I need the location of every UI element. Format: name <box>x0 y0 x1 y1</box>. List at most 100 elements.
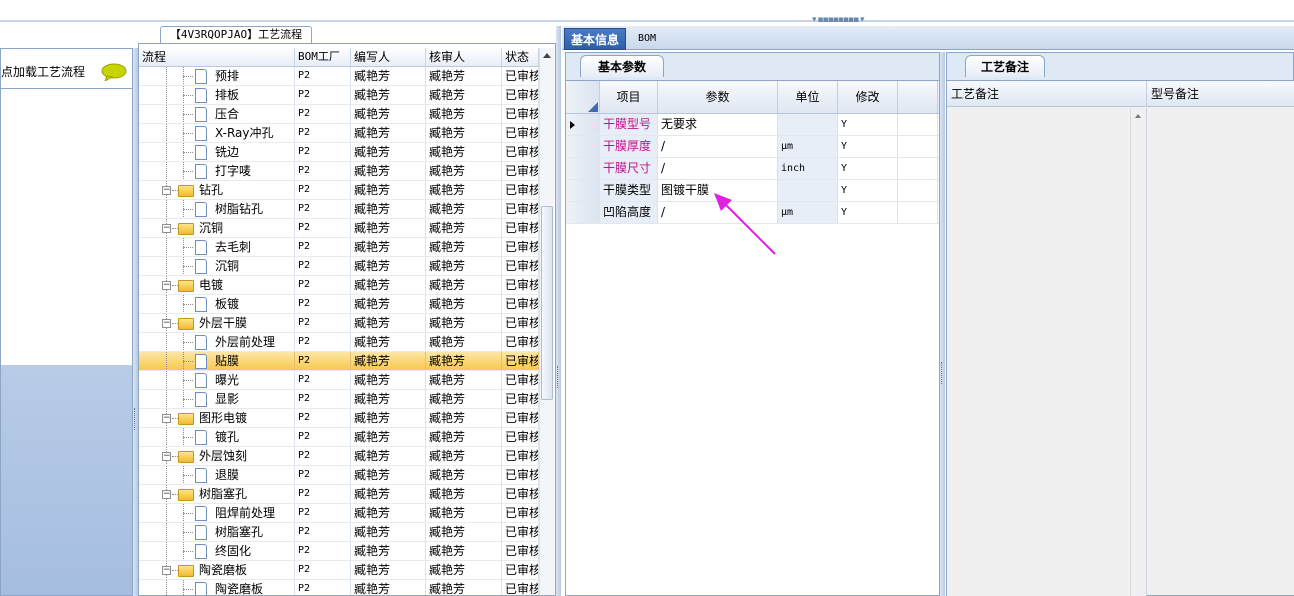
tree-row[interactable]: − 沉铜 P2 臧艳芳 臧艳芳 已审核 <box>139 219 539 238</box>
tree-row[interactable]: 去毛刺 P2 臧艳芳 臧艳芳 已审核 <box>139 238 539 257</box>
col-header-status[interactable]: 状态 <box>502 48 539 66</box>
tree-node-cell[interactable]: − 外层干膜 <box>139 314 295 332</box>
tree-node-cell[interactable]: 终固化 <box>139 542 295 560</box>
tree-row[interactable]: 铣边 P2 臧艳芳 臧艳芳 已审核 <box>139 143 539 162</box>
row-header[interactable] <box>566 202 600 223</box>
tree-node-cell[interactable]: 显影 <box>139 390 295 408</box>
tree-row[interactable]: − 图形电镀 P2 臧艳芳 臧艳芳 已审核 <box>139 409 539 428</box>
tree-node-cell[interactable]: 树脂钻孔 <box>139 200 295 218</box>
tree-node-cell[interactable]: 预排 <box>139 67 295 85</box>
notes-scrollbar[interactable] <box>1130 108 1146 596</box>
tree-node-cell[interactable]: 铣边 <box>139 143 295 161</box>
param-row[interactable]: 干膜厚度 / μm Y <box>566 136 939 158</box>
tree-row[interactable]: 显影 P2 臧艳芳 臧艳芳 已审核 <box>139 390 539 409</box>
tree-node-cell[interactable]: − 钻孔 <box>139 181 295 199</box>
tree-node-cell[interactable]: 排板 <box>139 86 295 104</box>
tree-row[interactable]: X-Ray冲孔 P2 臧艳芳 臧艳芳 已审核 <box>139 124 539 143</box>
tree-node-cell[interactable]: 压合 <box>139 105 295 123</box>
tree-row[interactable]: 阻焊前处理 P2 臧艳芳 臧艳芳 已审核 <box>139 504 539 523</box>
tree-node-cell[interactable]: 阻焊前处理 <box>139 504 295 522</box>
right-splitter[interactable] <box>940 52 945 596</box>
tree-node-cell[interactable]: 镀孔 <box>139 428 295 446</box>
col-header-bom[interactable]: BOM工厂 <box>295 48 351 66</box>
tab-basic-params[interactable]: 基本参数 <box>580 55 664 77</box>
splitter-grip[interactable] <box>941 362 944 384</box>
row-header[interactable] <box>566 180 600 201</box>
tree-row[interactable]: − 外层蚀刻 P2 臧艳芳 臧艳芳 已审核 <box>139 447 539 466</box>
tree-node-cell[interactable]: 打字唛 <box>139 162 295 180</box>
load-process-text[interactable]: 点加载工艺流程 <box>1 63 85 80</box>
col-header-reviewer[interactable]: 核审人 <box>426 48 502 66</box>
tree-row[interactable]: 树脂塞孔 P2 臧艳芳 臧艳芳 已审核 <box>139 523 539 542</box>
middle-splitter[interactable] <box>556 26 561 596</box>
tree-node-cell[interactable]: − 电镀 <box>139 276 295 294</box>
collapse-toggle-icon[interactable]: − <box>162 452 171 461</box>
tree-row[interactable]: − 外层干膜 P2 臧艳芳 臧艳芳 已审核 <box>139 314 539 333</box>
collapse-toggle-icon[interactable]: − <box>162 414 171 423</box>
tree-node-cell[interactable]: 沉铜 <box>139 257 295 275</box>
tree-scrollbar[interactable] <box>539 48 554 595</box>
tree-node-cell[interactable]: 外层前处理 <box>139 333 295 351</box>
param-row[interactable]: 干膜型号 无要求 Y <box>566 114 939 136</box>
col-header-unit[interactable]: 单位 <box>778 81 838 113</box>
splitter-grip[interactable] <box>557 366 560 388</box>
collapse-toggle-icon[interactable]: − <box>162 490 171 499</box>
tree-row[interactable]: 板镀 P2 臧艳芳 臧艳芳 已审核 <box>139 295 539 314</box>
tree-row[interactable]: 外层前处理 P2 臧艳芳 臧艳芳 已审核 <box>139 333 539 352</box>
tree-row[interactable]: 陶瓷磨板 P2 臧艳芳 臧艳芳 已审核 <box>139 580 539 595</box>
tree-row[interactable]: − 电镀 P2 臧艳芳 臧艳芳 已审核 <box>139 276 539 295</box>
tree-node-cell[interactable]: X-Ray冲孔 <box>139 124 295 142</box>
collapse-toggle-icon[interactable]: − <box>162 566 171 575</box>
scroll-up-icon[interactable] <box>543 53 551 58</box>
tree-node-cell[interactable]: − 树脂塞孔 <box>139 485 295 503</box>
tab-bom[interactable]: BOM <box>632 28 662 50</box>
tree-row[interactable]: 贴膜 P2 臧艳芳 臧艳芳 已审核 <box>139 352 539 371</box>
row-header[interactable] <box>566 136 600 157</box>
tree-row[interactable]: 树脂钻孔 P2 臧艳芳 臧艳芳 已审核 <box>139 200 539 219</box>
param-value-cell[interactable]: 无要求 <box>658 114 778 135</box>
tab-basic-info[interactable]: 基本信息 <box>564 28 627 50</box>
param-row[interactable]: 干膜尺寸 / inch Y <box>566 158 939 180</box>
tree-node-cell[interactable]: 板镀 <box>139 295 295 313</box>
row-header[interactable] <box>566 158 600 179</box>
tree-row[interactable]: 压合 P2 臧艳芳 臧艳芳 已审核 <box>139 105 539 124</box>
process-notes-cell[interactable] <box>947 108 1147 596</box>
tree-node-cell[interactable]: − 图形电镀 <box>139 409 295 427</box>
tree-node-cell[interactable]: − 陶瓷磨板 <box>139 561 295 579</box>
tree-row[interactable]: − 钻孔 P2 臧艳芳 臧艳芳 已审核 <box>139 181 539 200</box>
collapse-toggle-icon[interactable]: − <box>162 281 171 290</box>
tab-process-notes[interactable]: 工艺备注 <box>965 55 1045 77</box>
param-value-cell[interactable]: / <box>658 136 778 157</box>
scroll-thumb[interactable] <box>541 206 553 400</box>
tree-node-cell[interactable]: 曝光 <box>139 371 295 389</box>
tree-node-cell[interactable]: − 沉铜 <box>139 219 295 237</box>
tree-node-cell[interactable]: 树脂塞孔 <box>139 523 295 541</box>
tree-node-cell[interactable]: 退膜 <box>139 466 295 484</box>
col-header-author[interactable]: 编写人 <box>351 48 426 66</box>
col-header-edit[interactable]: 修改 <box>838 81 898 113</box>
param-value-cell[interactable]: / <box>658 158 778 179</box>
collapse-toggle-icon[interactable]: − <box>162 186 171 195</box>
collapse-toggle-icon[interactable]: − <box>162 319 171 328</box>
tree-row[interactable]: − 陶瓷磨板 P2 臧艳芳 臧艳芳 已审核 <box>139 561 539 580</box>
row-header[interactable] <box>566 114 600 135</box>
tree-row[interactable]: 镀孔 P2 臧艳芳 臧艳芳 已审核 <box>139 428 539 447</box>
tree-row[interactable]: 打字唛 P2 臧艳芳 臧艳芳 已审核 <box>139 162 539 181</box>
col-header-param[interactable]: 参数 <box>658 81 778 113</box>
top-splitter-handle[interactable]: ▾ ▪▪▪▪▪▪▪▪ ▾ <box>812 16 876 25</box>
tree-node-cell[interactable]: 贴膜 <box>139 352 295 370</box>
tree-row[interactable]: 曝光 P2 臧艳芳 臧艳芳 已审核 <box>139 371 539 390</box>
tree-row[interactable]: 预排 P2 臧艳芳 臧艳芳 已审核 <box>139 67 539 86</box>
speech-bubble-icon[interactable] <box>101 63 127 81</box>
tree-row[interactable]: 排板 P2 臧艳芳 臧艳芳 已审核 <box>139 86 539 105</box>
tree-row[interactable]: 终固化 P2 臧艳芳 臧艳芳 已审核 <box>139 542 539 561</box>
collapse-toggle-icon[interactable]: − <box>162 224 171 233</box>
tree-node-cell[interactable]: − 外层蚀刻 <box>139 447 295 465</box>
tree-node-cell[interactable]: 陶瓷磨板 <box>139 580 295 595</box>
tree-row[interactable]: 沉铜 P2 臧艳芳 臧艳芳 已审核 <box>139 257 539 276</box>
splitter-grip[interactable] <box>134 408 137 430</box>
col-header-process[interactable]: 流程 <box>139 48 295 66</box>
scroll-up-icon[interactable] <box>1135 114 1141 118</box>
tree-row[interactable]: − 树脂塞孔 P2 臧艳芳 臧艳芳 已审核 <box>139 485 539 504</box>
col-header-process-notes[interactable]: 工艺备注 <box>947 81 1147 106</box>
